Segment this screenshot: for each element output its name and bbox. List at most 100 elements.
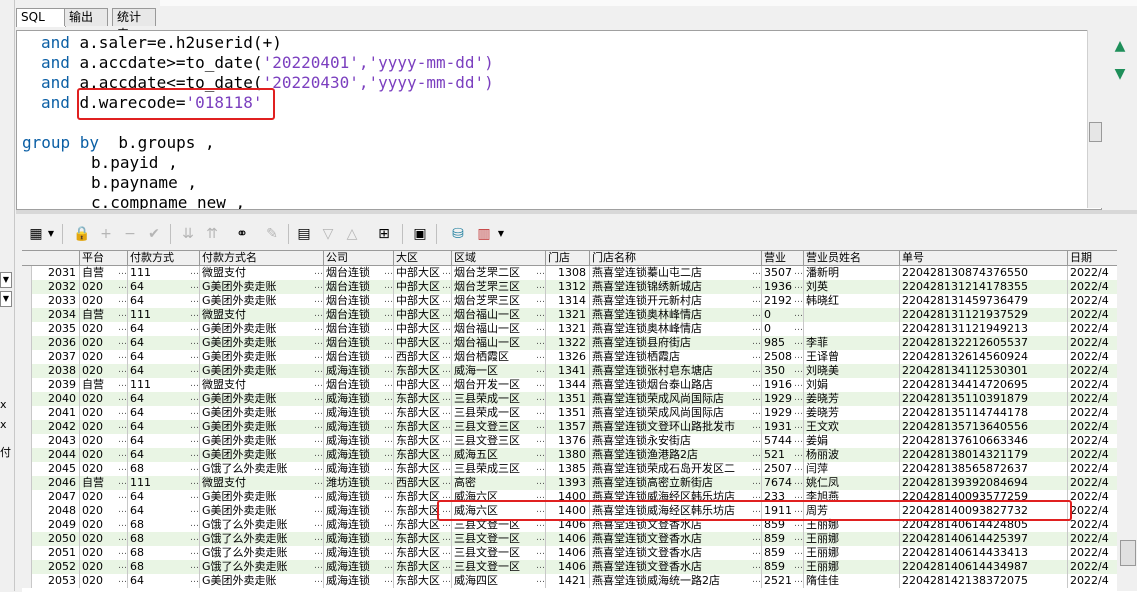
table-cell[interactable]: 燕喜堂连锁渔港路2店 <box>590 448 762 462</box>
table-cell[interactable]: 姜晓芳 <box>804 406 900 420</box>
table-cell[interactable]: 220428131121949213 <box>900 322 1068 336</box>
chevron-down-icon[interactable]: ▼ <box>0 272 12 288</box>
table-cell[interactable]: G美团外卖走账 <box>200 322 324 336</box>
row-indicator[interactable] <box>22 308 32 322</box>
table-cell[interactable]: 220428142138372075 <box>900 574 1068 588</box>
table-cell[interactable]: 烟台芝罘三区 <box>452 280 546 294</box>
table-cell[interactable]: G美团外卖走账 <box>200 574 324 588</box>
table-cell[interactable]: 韩晓红 <box>804 294 900 308</box>
column-header[interactable]: 单号 <box>900 251 1068 265</box>
table-cell[interactable]: 烟台芝罘二区 <box>452 266 546 280</box>
table-row[interactable]: 2039 自营… 111… 微盟支付… 烟台连锁… 中部大区… 烟台开发一区… 1344 燕喜堂… <box>22 378 1137 392</box>
row-indicator[interactable] <box>22 546 32 560</box>
table-row[interactable]: 2038 020… 64… G美团外卖走账… 威海连锁… 东部大区… 威海一区… 1341 燕喜… <box>22 364 1137 378</box>
table-cell[interactable]: 闫萍 <box>804 462 900 476</box>
table-cell[interactable]: 2050 <box>32 532 80 546</box>
tab-output[interactable]: 输出 <box>64 8 108 26</box>
table-cell[interactable]: 220428131459736479 <box>900 294 1068 308</box>
table-cell[interactable]: G饿了么外卖走账 <box>200 532 324 546</box>
table-cell[interactable]: G饿了么外卖走账 <box>200 546 324 560</box>
row-indicator[interactable] <box>22 406 32 420</box>
table-cell[interactable]: 燕喜堂连锁文登香水店 <box>590 546 762 560</box>
grid-icon[interactable]: ▦ <box>26 224 46 244</box>
table-cell[interactable]: 1380 <box>546 448 590 462</box>
table-cell[interactable]: 威海五区 <box>452 448 546 462</box>
table-cell[interactable]: G美团外卖走账 <box>200 294 324 308</box>
row-indicator[interactable] <box>22 574 32 588</box>
table-cell[interactable]: G美团外卖走账 <box>200 336 324 350</box>
row-indicator[interactable] <box>22 532 32 546</box>
table-cell[interactable]: 1351 <box>546 392 590 406</box>
table-cell[interactable]: 燕喜堂连锁烟台泰山路店 <box>590 378 762 392</box>
column-header[interactable]: 区域 <box>452 251 546 265</box>
table-cell[interactable]: 2035 <box>32 322 80 336</box>
table-cell[interactable]: 220428134414720695 <box>900 378 1068 392</box>
table-cell[interactable]: G美团外卖走账 <box>200 364 324 378</box>
table-cell[interactable]: 220428135114744178 <box>900 406 1068 420</box>
table-cell[interactable]: 王丽娜 <box>804 532 900 546</box>
table-cell[interactable]: 1344 <box>546 378 590 392</box>
table-cell[interactable]: 2048 <box>32 504 80 518</box>
table-cell[interactable]: 220428138014321179 <box>900 448 1068 462</box>
table-cell[interactable]: 2040 <box>32 392 80 406</box>
table-cell[interactable]: G美团外卖走账 <box>200 504 324 518</box>
table-cell[interactable]: 1322 <box>546 336 590 350</box>
table-cell[interactable]: 1314 <box>546 294 590 308</box>
table-cell[interactable]: G饿了么外卖走账 <box>200 560 324 574</box>
table-cell[interactable]: G美团外卖走账 <box>200 420 324 434</box>
table-cell[interactable]: 燕喜堂连锁永安街店 <box>590 434 762 448</box>
save-icon[interactable]: ▣ <box>410 224 430 244</box>
table-cell[interactable]: 燕喜堂连锁荣成风尚国际店 <box>590 392 762 406</box>
table-cell[interactable]: 王文欢 <box>804 420 900 434</box>
table-cell[interactable]: 杨丽波 <box>804 448 900 462</box>
table-cell[interactable]: G饿了么外卖走账 <box>200 462 324 476</box>
table-cell[interactable]: 燕喜堂连锁威海统一路2店 <box>590 574 762 588</box>
table-cell[interactable]: 燕喜堂连锁文登香水店 <box>590 560 762 574</box>
row-indicator[interactable] <box>22 434 32 448</box>
table-row[interactable]: 2040 020… 64… G美团外卖走账… 威海连锁… 东部大区… 三县荣成一区… 1351… <box>22 392 1137 406</box>
column-header[interactable]: 营业员姓名 <box>804 251 900 265</box>
column-header[interactable]: 付款方式 <box>128 251 200 265</box>
table-cell[interactable]: 220428135713640556 <box>900 420 1068 434</box>
column-header[interactable]: 平台 <box>80 251 128 265</box>
table-cell[interactable]: 2044 <box>32 448 80 462</box>
table-cell[interactable]: G美团外卖走账 <box>200 280 324 294</box>
eraser-icon[interactable]: ✎ <box>262 224 282 244</box>
table-cell[interactable]: 燕喜堂连锁县府街店 <box>590 336 762 350</box>
row-indicator[interactable] <box>22 462 32 476</box>
chevron-down-icon[interactable]: ▼ <box>496 224 506 244</box>
row-indicator[interactable] <box>22 294 32 308</box>
column-header[interactable]: 门店名称 <box>590 251 762 265</box>
table-cell[interactable]: 刘娟 <box>804 378 900 392</box>
table-cell[interactable]: 2038 <box>32 364 80 378</box>
row-indicator[interactable] <box>22 378 32 392</box>
table-cell[interactable]: 隋佳佳 <box>804 574 900 588</box>
table-cell[interactable]: 1421 <box>546 574 590 588</box>
table-row[interactable]: 2050 020… 68… G饿了么外卖走账… 威海连锁… 东部大区… 三县文登一区… 140… <box>22 532 1137 546</box>
scroll-thumb[interactable] <box>1089 122 1102 142</box>
delete-icon[interactable]: − <box>120 224 140 244</box>
table-cell[interactable]: 2052 <box>32 560 80 574</box>
table-cell[interactable]: G美团外卖走账 <box>200 448 324 462</box>
table-cell[interactable]: 燕喜堂连锁开元新村店 <box>590 294 762 308</box>
table-row[interactable]: 2033 020… 64… G美团外卖走账… 烟台连锁… 中部大区… 烟台芝罘三区… 1314… <box>22 294 1137 308</box>
table-cell[interactable]: 烟台福山一区 <box>452 336 546 350</box>
table-cell[interactable] <box>804 322 900 336</box>
table-cell[interactable]: 姚仁凤 <box>804 476 900 490</box>
table-cell[interactable]: 1393 <box>546 476 590 490</box>
row-indicator[interactable] <box>22 504 32 518</box>
table-cell[interactable]: 220428137610663346 <box>900 434 1068 448</box>
column-header[interactable] <box>32 251 80 265</box>
table-cell[interactable]: 220428140614433413 <box>900 546 1068 560</box>
lock-icon[interactable]: 🔒 <box>72 224 92 244</box>
table-cell[interactable]: 1357 <box>546 420 590 434</box>
binoculars-icon[interactable]: ⚭ <box>232 224 252 244</box>
result-grid[interactable]: 平台 付款方式 付款方式名 公司 大区 区域 门店 门店名称 营业 营业员姓名 单号 日期 2031 自营… <box>22 250 1137 592</box>
table-cell[interactable]: 220428130874376550 <box>900 266 1068 280</box>
database-icon[interactable]: ⛁ <box>448 224 468 244</box>
table-row[interactable]: 2051 020… 68… G饿了么外卖走账… 威海连锁… 东部大区… 三县文登一区… 140… <box>22 546 1137 560</box>
table-cell[interactable]: 220428132614560924 <box>900 350 1068 364</box>
add-icon[interactable]: + <box>96 224 116 244</box>
table-cell[interactable]: 2045 <box>32 462 80 476</box>
sql-editor[interactable]: and a.saler=e.h2userid(+) and a.accdate>… <box>16 30 1102 210</box>
